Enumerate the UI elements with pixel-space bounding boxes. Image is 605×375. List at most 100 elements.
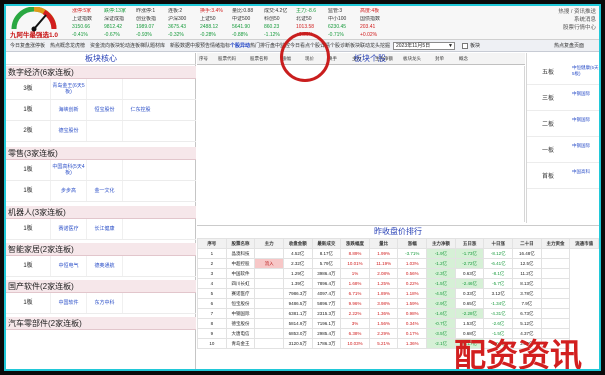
- stock-link[interactable]: 步步高: [50, 181, 86, 201]
- stock-link: [122, 293, 158, 313]
- table-column-header[interactable]: 主力净额: [426, 238, 456, 249]
- sector-group: 机器人(3家连板) 1板 赛诺医疗 长江健康: [6, 206, 196, 240]
- board-ladder-stock[interactable]: 中国高科: [572, 169, 599, 175]
- board-ladder-label: 二板: [542, 122, 555, 128]
- table-cell: -6.41亿: [483, 258, 514, 269]
- tab-item[interactable]: 龙头挖掘: [368, 42, 392, 51]
- sector-core-title: 板块核心: [6, 53, 196, 65]
- stock-link[interactable]: 东方中科: [86, 293, 122, 313]
- column-header[interactable]: 主力净额: [375, 55, 393, 63]
- board-ladder-stock[interactable]: 中钢国际: [572, 117, 599, 123]
- board-ladder-stock[interactable]: 中钢国际: [572, 91, 599, 97]
- table-column-header[interactable]: 主力: [254, 238, 284, 249]
- sector-group-title[interactable]: 国产软件(2家连板): [6, 280, 196, 293]
- table-cell: [254, 318, 284, 329]
- sector-group-title[interactable]: 零售(3家连板): [6, 147, 196, 160]
- table-column-header[interactable]: 涨跌幅度: [340, 238, 370, 249]
- stock-link[interactable]: 仁东控股: [122, 100, 158, 120]
- column-header[interactable]: 换手: [328, 55, 337, 63]
- table-row[interactable]: 8 德宝股份 5814.9万 7196.1万 3% 1.56% 0.34% -0.7亿 1.53…: [197, 318, 599, 329]
- table-column-header[interactable]: 最新成交: [311, 238, 342, 249]
- sector-checkbox[interactable]: [462, 43, 468, 49]
- table-cell: 5.79亿: [311, 258, 342, 269]
- board-level-label: 2板: [23, 128, 33, 134]
- table-cell: 5896.7万: [311, 298, 342, 309]
- board-ladder-stock[interactable]: 中恒健康(5天5板): [572, 65, 599, 77]
- stock-link[interactable]: 德奥通航: [86, 256, 122, 276]
- market-stat: +0.02%: [360, 32, 378, 38]
- tab-item[interactable]: 龙虎榜: [68, 42, 87, 51]
- stock-link[interactable]: 中国高科(5天4板): [50, 160, 86, 180]
- table-column-header[interactable]: 五日涨: [454, 238, 485, 249]
- column-header[interactable]: 现价: [305, 55, 314, 63]
- stock-link[interactable]: 中国软件: [50, 293, 86, 313]
- stock-link[interactable]: 德宝股份: [50, 121, 86, 141]
- table-row[interactable]: 4 四川长虹 1.39亿 7896.4万 1.68% 1.25% 0.22% -1.5亿 -2.…: [197, 278, 599, 289]
- table-cell: 2985.4万: [311, 328, 342, 339]
- sector-group-title[interactable]: 汽车零部件(2家连板): [6, 317, 196, 330]
- table-row[interactable]: 7 中钢国际 6381.1万 2315.3万 2.22% 1.36% 0.98% -1.6亿 -…: [197, 308, 599, 319]
- table-column-header[interactable]: 十日涨: [483, 238, 514, 249]
- table-cell: 6.71%: [340, 288, 370, 299]
- table-cell: 5.12亿: [512, 318, 542, 329]
- board-ladder-stock[interactable]: 中钢国际: [572, 143, 599, 149]
- table-cell: 0.22%: [397, 278, 428, 289]
- stock-link[interactable]: 青岛金王(6天5板): [50, 79, 86, 99]
- table-row[interactable]: 5 赛诺医疗 7986.3万 4097.4万 6.71% 1.89% 1.18% -4.5亿 0…: [197, 288, 599, 299]
- stock-link[interactable]: 金一文化: [86, 181, 122, 201]
- market-stat: -0.71%: [328, 32, 344, 38]
- table-cell: 3.78亿: [512, 288, 542, 299]
- tab-item[interactable]: 题材库: [148, 42, 167, 51]
- sector-group-title[interactable]: 数字经济(6家连板): [6, 66, 196, 79]
- table-cell: 四川长虹: [225, 278, 256, 289]
- table-cell: 8.89%: [340, 248, 370, 259]
- market-stat: 5641.90: [232, 24, 251, 30]
- column-header[interactable]: 涨幅: [282, 55, 291, 63]
- table-cell: 2.22%: [340, 308, 370, 319]
- table-cell: -1.2亿: [426, 258, 456, 269]
- table-column-header[interactable]: 股票名称: [225, 238, 256, 249]
- column-header[interactable]: 股票代码: [218, 55, 236, 63]
- table-column-header[interactable]: 二十日: [512, 238, 542, 249]
- column-header[interactable]: 板块龙头: [403, 55, 421, 63]
- stock-link[interactable]: 长江健康: [86, 219, 122, 239]
- table-row[interactable]: 2 中超控股 流入 2.32亿 5.79亿 10.01% 11.19% 1.03% -1.2亿 -…: [197, 258, 599, 269]
- table-cell: 9: [197, 328, 227, 339]
- market-stat: 沪深300: [168, 16, 187, 22]
- table-cell: [540, 248, 571, 259]
- table-cell: 12.5亿: [512, 258, 542, 269]
- table-column-header[interactable]: 序号: [197, 238, 227, 249]
- tab-item[interactable]: 涨停板: [28, 42, 47, 51]
- column-header[interactable]: 概念: [459, 55, 468, 63]
- table-cell: 5.21%: [368, 338, 399, 349]
- table-column-header[interactable]: 主力资金: [540, 238, 571, 249]
- table-row[interactable]: 3 中国软件 1.29亿 3986.4万 1% 2.08% 0.56% -2.3亿 0.63亿 -…: [197, 268, 599, 279]
- table-column-header[interactable]: 流通市值: [569, 238, 599, 249]
- column-header[interactable]: 股票名称: [250, 55, 268, 63]
- table-cell: 2: [197, 258, 227, 269]
- sector-group-title[interactable]: 机器人(3家连板): [6, 206, 196, 219]
- replay-page-link[interactable]: 热点复盘页面: [554, 42, 584, 50]
- table-cell: 大唐电信: [225, 328, 256, 339]
- table-cell: 6.73亿: [512, 308, 542, 319]
- table-row[interactable]: 6 恒宝股份 9486.5万 5896.7万 9.96% 3.98% 1.59% -2.9亿 0…: [197, 298, 599, 309]
- column-header[interactable]: 序号: [199, 55, 208, 63]
- stock-link[interactable]: 赛诺医疗: [50, 219, 86, 239]
- table-column-header[interactable]: 涨幅: [397, 238, 428, 249]
- table-cell: 7196.1万: [311, 318, 342, 329]
- board-ladder-row: 二板 中钢国际: [527, 113, 599, 137]
- stock-link[interactable]: 海峡创新: [50, 100, 86, 120]
- table-column-header[interactable]: 收盘金额: [282, 238, 313, 249]
- table-cell: 10.03%: [340, 338, 370, 349]
- table-column-header[interactable]: 量比: [368, 238, 399, 249]
- table-cell: 9486.5万: [282, 298, 313, 309]
- column-header[interactable]: 封单: [435, 55, 444, 63]
- table-row[interactable]: 1 晶澳科技 4.52亿 8.17亿 8.89% 1.99% -3.71% -1.9亿 -1.7…: [197, 248, 599, 259]
- column-header[interactable]: 主力: [352, 55, 361, 63]
- stock-link[interactable]: 恒宝股份: [86, 100, 122, 120]
- table-cell: 中超控股: [225, 258, 256, 269]
- sector-group-title[interactable]: 智能家居(2家连板): [6, 243, 196, 256]
- table-cell: [254, 288, 284, 299]
- date-select[interactable]: 2023年11月5日 ▼: [393, 42, 455, 50]
- stock-link[interactable]: 中恒电气: [50, 256, 86, 276]
